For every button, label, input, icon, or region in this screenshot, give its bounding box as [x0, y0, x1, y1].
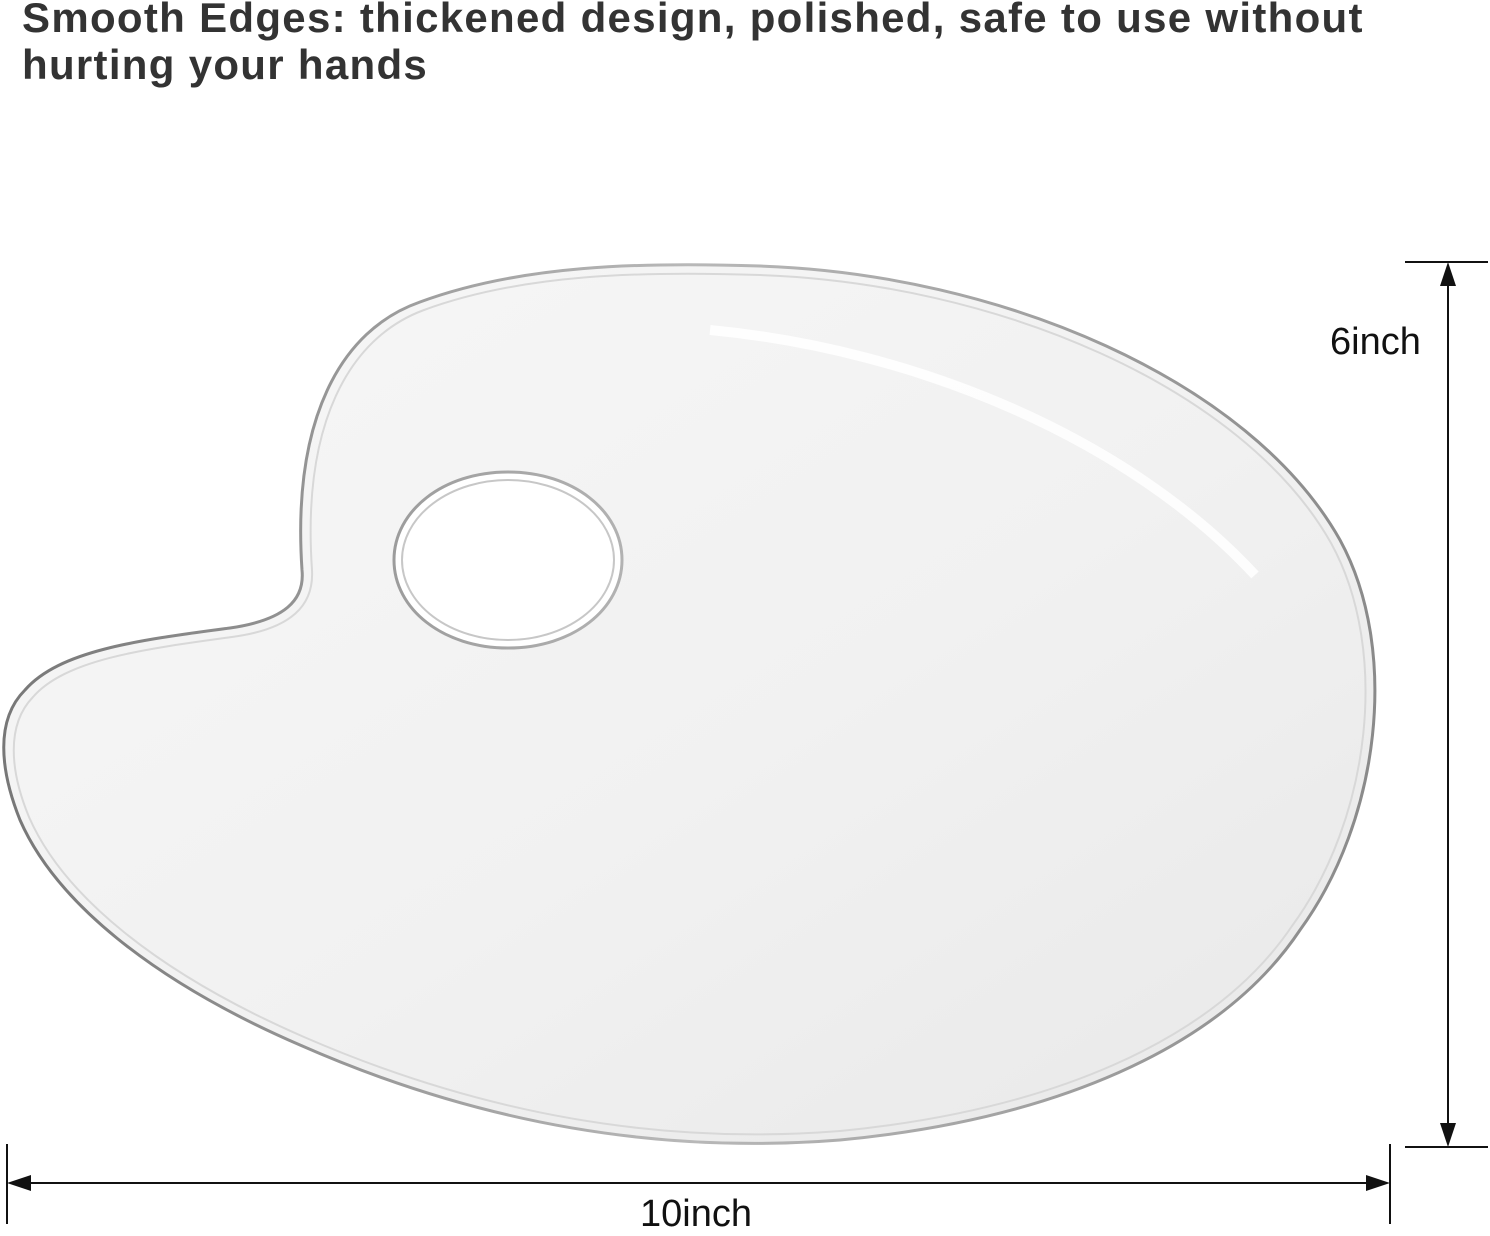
- width-dimension-label: 10inch: [640, 1193, 752, 1235]
- thumb-hole-inner-edge: [401, 479, 615, 641]
- height-dimension-label: 6inch: [1330, 321, 1421, 363]
- paint-palette-icon: [2, 263, 1377, 1145]
- palette-figure: [2, 261, 1488, 1224]
- height-dimension-line: [1405, 261, 1488, 1148]
- product-image: Smooth Edges: thickened design, polished…: [0, 0, 1490, 1236]
- palette-body: [2, 263, 1377, 1145]
